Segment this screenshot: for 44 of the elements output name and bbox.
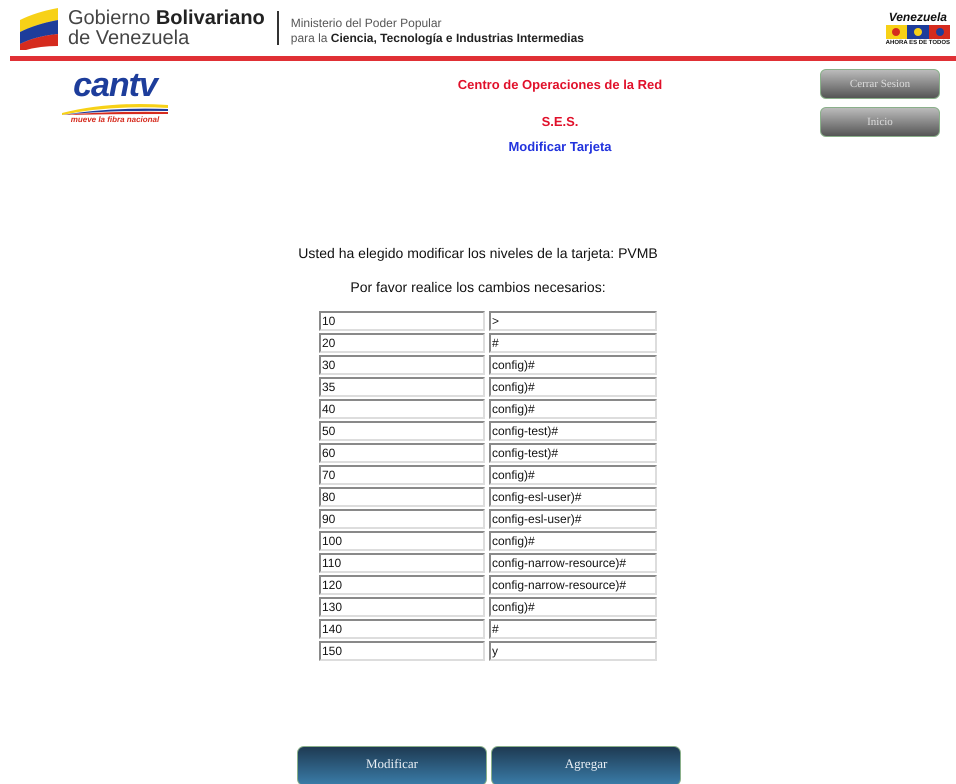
prompt-field[interactable]: config-esl-user)#: [489, 487, 657, 507]
prompt-field[interactable]: config-narrow-resource)#: [489, 575, 657, 595]
government-name: Gobierno Bolivariano: [68, 8, 265, 28]
level-field[interactable]: 150: [319, 641, 485, 661]
ministry-name: Ministerio del Poder Popular: [290, 16, 443, 31]
prompt-field[interactable]: #: [489, 619, 657, 639]
prompt-field[interactable]: config)#: [489, 465, 657, 485]
level-field[interactable]: 110: [319, 553, 485, 573]
prompt-field[interactable]: config-esl-user)#: [489, 509, 657, 529]
level-field[interactable]: 60: [319, 443, 485, 463]
prompt-field[interactable]: config)#: [489, 399, 657, 419]
level-field[interactable]: 35: [319, 377, 485, 397]
level-field[interactable]: 40: [319, 399, 485, 419]
action-button[interactable]: Agregar: [491, 746, 681, 784]
intro-text: Usted ha elegido modificar los niveles de la tarjeta: PVMB: [297, 245, 659, 261]
system-title: S.E.S.: [542, 114, 578, 129]
prompt-field[interactable]: config-narrow-resource)#: [489, 553, 657, 573]
level-field[interactable]: 130: [319, 597, 485, 617]
level-field[interactable]: 70: [319, 465, 485, 485]
prompt-field[interactable]: config)#: [489, 597, 657, 617]
action-button[interactable]: Modificar: [297, 746, 487, 784]
level-field[interactable]: 30: [319, 355, 485, 375]
prompt-field[interactable]: config)#: [489, 377, 657, 397]
prompt-field[interactable]: config-test)#: [489, 421, 657, 441]
level-field[interactable]: 10: [319, 311, 485, 331]
center-title: Centro de Operaciones de la Red: [458, 77, 662, 92]
level-field[interactable]: 120: [319, 575, 485, 595]
level-field[interactable]: 50: [319, 421, 485, 441]
prompt-field[interactable]: config)#: [489, 355, 657, 375]
cantv-logo: cantv mueve la fibra nacional: [50, 69, 180, 169]
level-field[interactable]: 20: [319, 333, 485, 353]
prompt-field[interactable]: #: [489, 333, 657, 353]
instruction-text: Por favor realice los cambios necesarios:: [349, 279, 607, 295]
level-field[interactable]: 80: [319, 487, 485, 507]
level-field[interactable]: 100: [319, 531, 485, 551]
level-field[interactable]: 90: [319, 509, 485, 529]
prompt-field[interactable]: config-test)#: [489, 443, 657, 463]
government-name-line: de Venezuela: [68, 28, 190, 48]
page-title: Modificar Tarjeta: [508, 139, 612, 154]
prompt-field[interactable]: config)#: [489, 531, 657, 551]
level-field[interactable]: 140: [319, 619, 485, 639]
prompt-field[interactable]: >: [489, 311, 657, 331]
prompt-field[interactable]: y: [489, 641, 657, 661]
ministry-subtitle: para la Ciencia, Tecnología e Industrias Intermedias: [290, 31, 584, 46]
